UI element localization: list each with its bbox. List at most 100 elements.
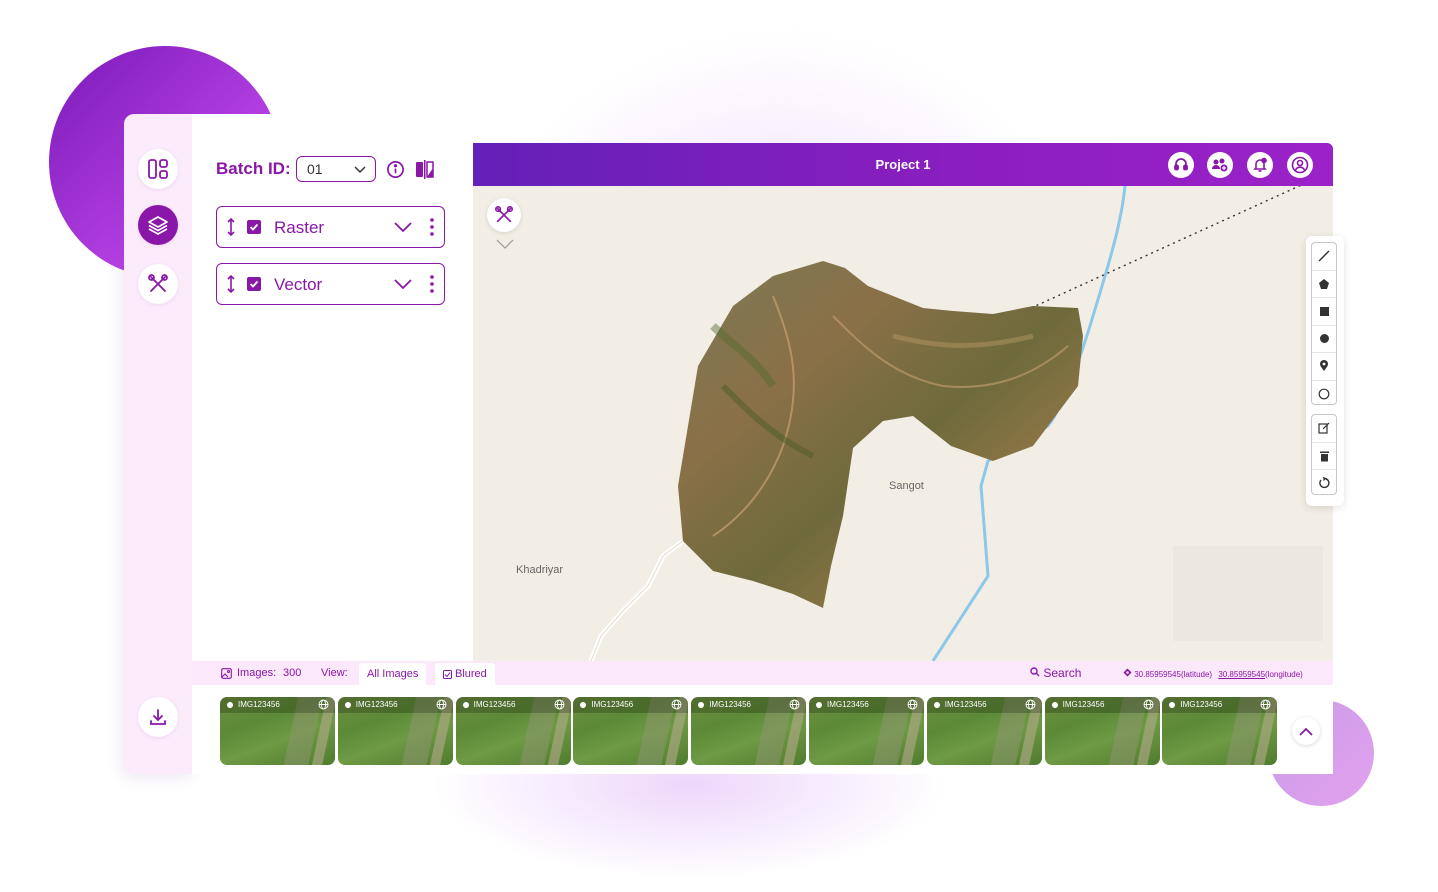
status-dot (1051, 702, 1058, 708)
layer-label: Vector (274, 275, 323, 294)
image-thumbnail[interactable]: IMG123456 (455, 697, 571, 765)
tab-label: Blured (455, 668, 487, 680)
layers-icon (148, 216, 168, 235)
chevron-up-icon (1299, 727, 1313, 736)
more-icon[interactable] (430, 275, 434, 293)
marker-tool[interactable] (1312, 353, 1336, 381)
polygon-tool[interactable] (1312, 271, 1336, 298)
left-rail (124, 114, 192, 774)
batch-id-value: 01 (307, 161, 323, 177)
vector-checkbox[interactable] (247, 277, 261, 291)
rotate-icon (1319, 477, 1330, 489)
status-dot (462, 702, 469, 708)
chevron-down-icon[interactable] (496, 239, 514, 249)
draw-toolbar (1306, 236, 1344, 506)
check-icon (249, 280, 259, 288)
image-thumbnail[interactable]: IMG123456 (1162, 697, 1278, 765)
circle-marker-tool[interactable] (1312, 381, 1336, 408)
raster-checkbox[interactable] (247, 220, 261, 234)
tab-all-images[interactable]: All Images (359, 663, 427, 685)
team-button[interactable] (1207, 152, 1233, 178)
headset-icon (1174, 158, 1188, 171)
reorder-icon[interactable] (226, 275, 236, 293)
download-button[interactable] (138, 697, 178, 737)
layer-panel: Batch ID: 01 Raster Vector (192, 114, 473, 661)
notification-icon (1253, 157, 1267, 172)
thumbnail-name: IMG123456 (944, 700, 987, 709)
globe-icon[interactable] (1025, 699, 1036, 710)
globe-icon[interactable] (907, 699, 918, 710)
status-dot (344, 702, 351, 708)
map-tools-button[interactable] (487, 198, 521, 232)
globe-icon[interactable] (789, 699, 800, 710)
globe-icon[interactable] (1260, 699, 1271, 710)
image-thumbnail[interactable]: IMG123456 (1044, 697, 1160, 765)
project-title: Project 1 (875, 157, 931, 172)
place-label: Sangot (889, 480, 924, 492)
users-add-icon (1212, 158, 1228, 172)
globe-icon[interactable] (318, 699, 329, 710)
status-dot (933, 702, 940, 708)
search-icon (1030, 667, 1040, 677)
layers-button[interactable] (138, 205, 178, 245)
images-count: 300 (283, 667, 302, 679)
edit-tool[interactable] (1312, 415, 1336, 443)
thumbnail-name: IMG123456 (709, 700, 751, 709)
image-thumbnail[interactable]: IMG123456 (926, 697, 1042, 765)
rotate-tool[interactable] (1312, 470, 1336, 497)
notifications-button[interactable] (1247, 152, 1273, 178)
image-thumbnail[interactable]: IMG123456 (220, 697, 335, 765)
dashboard-button[interactable] (138, 149, 178, 189)
globe-icon[interactable] (554, 699, 565, 710)
place-label: Khadriyar (516, 564, 564, 576)
globe-icon[interactable] (671, 699, 682, 710)
rectangle-tool[interactable] (1312, 298, 1336, 326)
circle-tool[interactable] (1312, 326, 1336, 353)
delete-icon (1319, 451, 1329, 462)
longitude-suffix: (longitude) (1265, 670, 1303, 679)
globe-icon[interactable] (436, 699, 447, 710)
image-thumbnail[interactable]: IMG123456 (573, 697, 689, 765)
top-bar: Project 1 (473, 143, 1333, 186)
chevron-down-icon[interactable] (393, 220, 413, 234)
compare-icon[interactable] (415, 159, 434, 180)
more-icon[interactable] (430, 218, 434, 236)
tab-label: All Images (367, 668, 419, 680)
globe-icon[interactable] (1143, 699, 1154, 710)
download-icon (150, 709, 166, 725)
marker-icon (1320, 360, 1328, 372)
image-strip-infobar: Images: 300 View: All Images Blured Sear… (192, 661, 1333, 685)
thumbnail-name: IMG123456 (591, 700, 634, 709)
image-thumbnail[interactable]: IMG123456 (337, 697, 453, 765)
image-thumbnail[interactable]: IMG123456 (809, 697, 924, 765)
info-icon[interactable] (386, 160, 405, 179)
tab-blured[interactable]: Blured (435, 663, 495, 685)
longitude-value: 30.85959545 (1218, 670, 1266, 679)
batch-id-select[interactable]: 01 (296, 156, 376, 182)
chevron-down-icon[interactable] (393, 277, 413, 291)
layer-row-vector[interactable]: Vector (216, 263, 445, 305)
map-canvas[interactable]: Sangot Khadriyar (473, 186, 1333, 661)
images-label: Images: (237, 667, 277, 679)
delete-tool[interactable] (1312, 443, 1336, 470)
support-button[interactable] (1168, 152, 1194, 178)
coordinates-readout: 30.85959545(latitude) 30.85959545(longit… (1123, 668, 1303, 679)
thumbnail-name: IMG123456 (238, 700, 280, 709)
thumbnail-name: IMG123456 (1062, 700, 1105, 709)
tools-icon (148, 274, 168, 292)
status-dot (816, 702, 822, 708)
image-icon (221, 668, 232, 679)
profile-button[interactable] (1287, 152, 1313, 178)
map-placeholder-tile (1173, 546, 1323, 641)
reorder-icon[interactable] (226, 218, 236, 236)
edit-tools-group (1311, 414, 1337, 495)
expand-strip-button[interactable] (1292, 717, 1320, 745)
layer-row-raster[interactable]: Raster (216, 206, 445, 248)
edit-icon (1318, 422, 1330, 434)
polyline-icon (1318, 250, 1330, 262)
tools-button[interactable] (138, 264, 178, 304)
batch-id-label: Batch ID: (216, 159, 291, 178)
image-thumbnail[interactable]: IMG123456 (691, 697, 807, 765)
search-button[interactable]: Search (1030, 666, 1081, 680)
polyline-tool[interactable] (1312, 243, 1336, 271)
